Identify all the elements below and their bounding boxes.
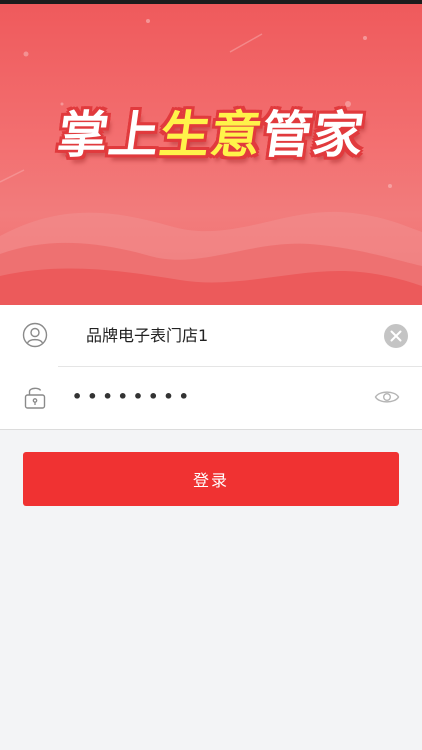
clear-icon[interactable] [384, 324, 408, 348]
eye-icon[interactable] [374, 387, 400, 407]
password-field[interactable]: •••••••• [72, 384, 194, 410]
login-form: 品牌电子表门店1 •••••••• [0, 305, 422, 430]
username-row[interactable]: 品牌电子表门店1 [0, 305, 422, 367]
user-icon [22, 322, 48, 348]
app-logo: 掌上生意管家 [0, 100, 422, 170]
logo-text-part-3: 管家 [257, 106, 369, 164]
logo-text-part-1: 掌上 [53, 106, 165, 164]
logo-text-part-2: 生意 [155, 106, 267, 164]
password-row[interactable]: •••••••• [0, 367, 422, 428]
username-field[interactable]: 品牌电子表门店1 [86, 323, 208, 349]
lock-icon [24, 387, 46, 409]
header-banner: 掌上生意管家 [0, 4, 422, 305]
login-button[interactable]: 登录 [23, 452, 399, 506]
